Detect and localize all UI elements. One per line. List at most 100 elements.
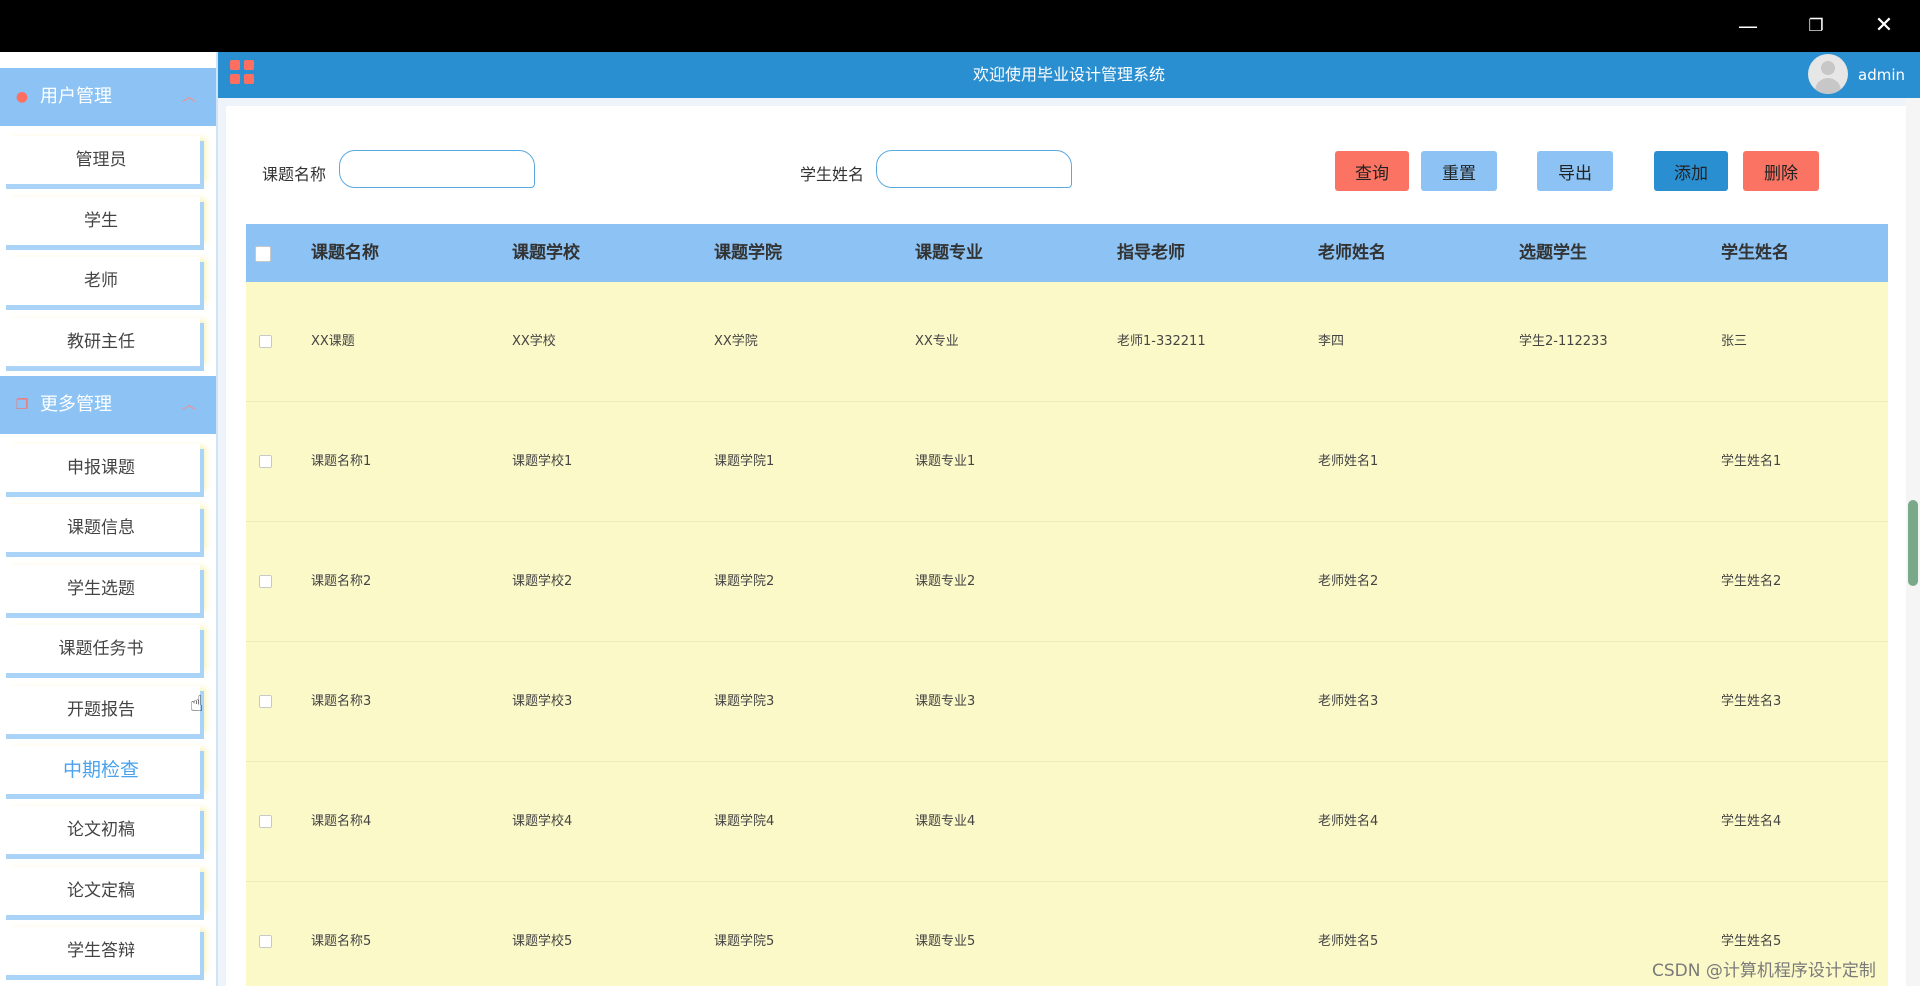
- row-checkbox[interactable]: [259, 455, 272, 468]
- chevron-up-icon: ︿: [182, 89, 196, 105]
- table-cell: 课题专业2: [915, 574, 976, 589]
- table-row[interactable]: 课题名称1 课题学校1 课题学院1 课题专业1 老师姓名1 学生姓名1: [246, 402, 1888, 522]
- table-cell: 张三: [1721, 334, 1748, 349]
- reset-button[interactable]: 重置: [1421, 151, 1497, 191]
- table-cell: XX课题: [311, 334, 355, 349]
- table-cell: 课题学院4: [714, 814, 775, 829]
- table-row[interactable]: XX课题 XX学校 XX学院 XX专业 老师1-332211 李四 学生2-11…: [246, 282, 1888, 402]
- table-cell: XX学校: [512, 334, 556, 349]
- table-cell: 课题名称1: [311, 454, 372, 469]
- row-checkbox[interactable]: [259, 815, 272, 828]
- sidebar-item-topic-selection[interactable]: 学生选题: [2, 565, 200, 613]
- student-name-label: 学生姓名: [800, 165, 865, 184]
- sidebar-item-midterm-check[interactable]: 中期检查: [2, 746, 200, 794]
- sidebar-item-task-book[interactable]: 课题任务书: [2, 625, 200, 673]
- table-cell: 课题学校5: [512, 934, 573, 949]
- table-cell: 课题学院1: [714, 454, 775, 469]
- content-panel: 课题名称 学生姓名 查询 重置 导出 添加 删除 课题名称 课题学校 课题学院 …: [226, 106, 1908, 986]
- sidebar-item-apply-topic[interactable]: 申报课题: [2, 444, 200, 492]
- table-row[interactable]: 课题名称2 课题学校2 课题学院2 课题专业2 老师姓名2 学生姓名2: [246, 522, 1888, 642]
- row-checkbox[interactable]: [259, 695, 272, 708]
- sidebar-group-label: 更多管理: [40, 394, 112, 415]
- row-checkbox[interactable]: [259, 935, 272, 948]
- column-header: 课题专业: [915, 243, 983, 263]
- chevron-up-icon: ︿: [182, 397, 196, 413]
- table-cell: 课题名称3: [311, 694, 372, 709]
- table-cell: 学生姓名3: [1721, 694, 1782, 709]
- table-cell: 老师姓名3: [1318, 694, 1379, 709]
- table-cell: 课题学校2: [512, 574, 573, 589]
- table-cell: 老师1-332211: [1117, 334, 1206, 349]
- table-cell: 课题专业4: [915, 814, 976, 829]
- table-cell: 老师姓名4: [1318, 814, 1379, 829]
- restore-icon[interactable]: ❐: [1802, 12, 1830, 40]
- window-titlebar: — ❐ ✕: [0, 0, 1920, 52]
- table-cell: 课题学校3: [512, 694, 573, 709]
- table-cell: 学生姓名4: [1721, 814, 1782, 829]
- sidebar-item-research-director[interactable]: 教研主任: [2, 318, 200, 366]
- sidebar-group-user-management[interactable]: ● 用户管理 ︿: [0, 68, 216, 126]
- row-checkbox[interactable]: [259, 575, 272, 588]
- column-header: 老师姓名: [1318, 243, 1386, 263]
- sidebar-item-admin[interactable]: 管理员: [2, 136, 200, 184]
- copy-icon: ❐: [15, 397, 29, 413]
- table-header: 课题名称 课题学校 课题学院 课题专业 指导老师 老师姓名 选题学生 学生姓名: [246, 224, 1888, 282]
- watermark: CSDN @计算机程序设计定制: [1652, 961, 1876, 981]
- scrollbar-thumb[interactable]: [1908, 500, 1918, 586]
- column-header: 课题学院: [714, 243, 782, 263]
- sidebar-group-label: 用户管理: [40, 86, 112, 107]
- sidebar-item-thesis-draft[interactable]: 论文初稿: [2, 806, 200, 854]
- student-name-input[interactable]: [876, 150, 1072, 188]
- column-header: 指导老师: [1117, 243, 1185, 263]
- sidebar-item-thesis-final[interactable]: 论文定稿: [2, 867, 200, 915]
- table-cell: 课题名称4: [311, 814, 372, 829]
- table-cell: 课题学校4: [512, 814, 573, 829]
- table-cell: 课题学校1: [512, 454, 573, 469]
- table-cell: 课题专业5: [915, 934, 976, 949]
- sidebar-group-more-management[interactable]: ❐ 更多管理 ︿: [0, 376, 216, 434]
- sidebar-item-topic-info[interactable]: 课题信息: [2, 504, 200, 552]
- data-table: 课题名称 课题学校 课题学院 课题专业 指导老师 老师姓名 选题学生 学生姓名 …: [246, 224, 1888, 986]
- table-cell: 老师姓名5: [1318, 934, 1379, 949]
- table-cell: 课题学院5: [714, 934, 775, 949]
- table-cell: 课题学院3: [714, 694, 775, 709]
- hand-pointer-icon: ☝: [190, 692, 204, 717]
- avatar-body-shape: [1815, 78, 1841, 94]
- column-header: 课题学校: [512, 243, 580, 263]
- topic-name-input[interactable]: [339, 150, 535, 188]
- table-cell: 学生2-112233: [1519, 334, 1608, 349]
- close-icon[interactable]: ✕: [1870, 12, 1898, 40]
- export-button[interactable]: 导出: [1537, 151, 1613, 191]
- table-row[interactable]: 课题名称5 课题学校5 课题学院5 课题专业5 老师姓名5 学生姓名5: [246, 882, 1888, 986]
- topic-name-label: 课题名称: [262, 165, 327, 184]
- main-content: 课题名称 学生姓名 查询 重置 导出 添加 删除 课题名称 课题学校 课题学院 …: [218, 98, 1920, 986]
- avatar[interactable]: [1808, 54, 1848, 94]
- sidebar-item-defense[interactable]: 学生答辩: [2, 927, 200, 975]
- sidebar-item-student[interactable]: 学生: [2, 197, 200, 245]
- table-cell: XX专业: [915, 334, 959, 349]
- table-row[interactable]: 课题名称3 课题学校3 课题学院3 课题专业3 老师姓名3 学生姓名3: [246, 642, 1888, 762]
- table-cell: 课题专业3: [915, 694, 976, 709]
- add-button[interactable]: 添加: [1654, 151, 1728, 191]
- table-cell: 学生姓名1: [1721, 454, 1782, 469]
- select-all-checkbox[interactable]: [255, 246, 271, 262]
- sidebar-item-opening-report[interactable]: 开题报告: [2, 686, 200, 734]
- app-header: 欢迎使用毕业设计管理系统 admin: [218, 52, 1920, 98]
- sidebar: ● 用户管理 ︿ 管理员 学生 老师 教研主任 ❐ 更多管理 ︿ 申报课题 课题…: [0, 52, 218, 986]
- username[interactable]: admin: [1858, 52, 1905, 98]
- avatar-head-shape: [1821, 61, 1835, 75]
- table-cell: XX学院: [714, 334, 758, 349]
- minimize-icon[interactable]: —: [1734, 12, 1762, 40]
- column-header: 选题学生: [1519, 243, 1587, 263]
- vertical-scrollbar[interactable]: [1906, 98, 1920, 986]
- table-cell: 课题名称5: [311, 934, 372, 949]
- query-button[interactable]: 查询: [1335, 151, 1409, 191]
- table-cell: 课题学院2: [714, 574, 775, 589]
- row-checkbox[interactable]: [259, 335, 272, 348]
- column-header: 课题名称: [311, 243, 379, 263]
- table-cell: 课题专业1: [915, 454, 976, 469]
- table-cell: 老师姓名1: [1318, 454, 1379, 469]
- table-row[interactable]: 课题名称4 课题学校4 课题学院4 课题专业4 老师姓名4 学生姓名4: [246, 762, 1888, 882]
- sidebar-item-teacher[interactable]: 老师: [2, 257, 200, 305]
- delete-button[interactable]: 删除: [1743, 151, 1819, 191]
